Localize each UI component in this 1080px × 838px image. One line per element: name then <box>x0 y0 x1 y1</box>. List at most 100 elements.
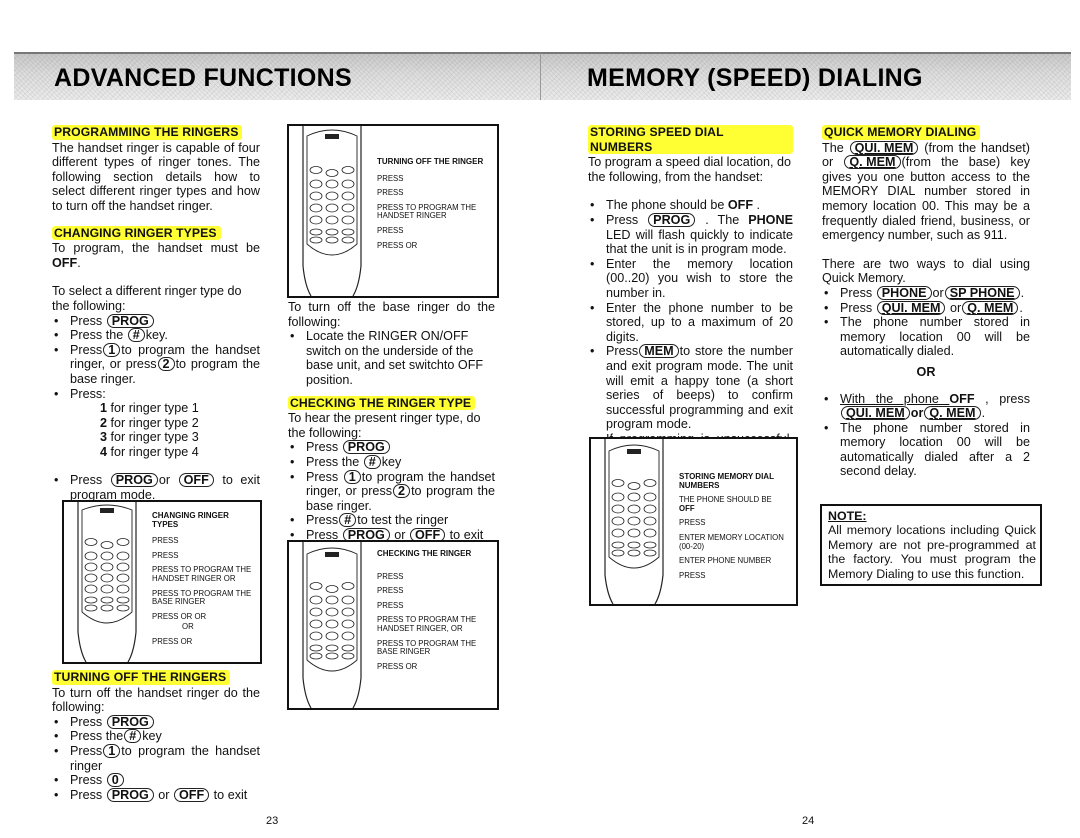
ringer-type-item: 3 for ringer type 3 <box>100 430 199 445</box>
or-separator: OR <box>916 364 936 379</box>
q-mem-key-badge: Q. MEM <box>844 155 901 170</box>
list-item: Press: 1 for ringer type 1 2 for ringer … <box>52 387 260 460</box>
changing-intro: To program, the handset must be OFF. <box>52 241 260 270</box>
list-item: Press1to program the handset ringer, or … <box>52 342 260 387</box>
prog-key-badge: PROG <box>110 473 158 488</box>
list-item: Press 1to program the handset ringer, or… <box>288 469 495 514</box>
list-item: Press 0 <box>52 773 260 788</box>
list-item: Press PROG . The PHONE LED will flash qu… <box>588 212 793 257</box>
checking-intro: To hear the present ringer type, do the … <box>288 411 481 440</box>
ringer-type-item: 1 for ringer type 1 <box>100 401 199 416</box>
hash-key-badge: # <box>339 513 357 528</box>
quick-memory-steps-b: With the phone OFF , press QUI. MEMorQ. … <box>822 392 1030 480</box>
section-heading-changing: CHANGING RINGER TYPES <box>52 225 221 241</box>
handset-illustration-icon <box>77 502 137 662</box>
section-heading-storing: STORING SPEED DIAL NUMBERS <box>588 125 793 155</box>
diagram-turning-off-ringer: TURNING OFF THE RINGER PRESS PRESS PRESS… <box>287 124 499 298</box>
changing-select-text: To select a different ringer type do the… <box>52 284 242 313</box>
list-item: Press PROG <box>288 440 495 455</box>
list-item: Enter the phone number to be stored, up … <box>588 301 793 345</box>
prog-key-badge: PROG <box>342 440 390 455</box>
one-key-badge: 1 <box>103 342 121 357</box>
quick-memory-ways: There are two ways to dial using Quick M… <box>822 256 1030 286</box>
list-item: Locate the RINGER ON/OFF switch on the u… <box>288 329 495 387</box>
hash-key-badge: # <box>363 454 381 469</box>
handset-illustration-icon <box>302 542 362 708</box>
q-mem-key-badge: Q. MEM <box>924 406 981 421</box>
list-item: The phone number stored in memory locati… <box>822 421 1030 479</box>
section-heading-checking: CHECKING THE RINGER TYPE <box>288 395 476 411</box>
right-page-banner: MEMORY (SPEED) DIALING <box>540 52 1071 100</box>
quick-memory-steps-a: Press PHONEorSP PHONE. Press QUI. MEM or… <box>822 285 1030 359</box>
list-item: With the phone OFF , press QUI. MEMorQ. … <box>822 392 1030 421</box>
hash-key-badge: # <box>124 729 142 744</box>
turning-off-intro: To turn off the handset ringer do the fo… <box>52 685 260 715</box>
ringer-type-item: 2 for ringer type 2 <box>100 415 199 430</box>
storing-steps: The phone should be OFF . Press PROG . T… <box>588 198 793 475</box>
list-item: Press PROGor OFF to exit program mode. <box>52 473 260 502</box>
section-heading-quick-memory: QUICK MEMORY DIALING <box>822 125 981 140</box>
right-page-title: MEMORY (SPEED) DIALING <box>587 64 923 92</box>
one-key-badge: 1 <box>343 469 361 484</box>
ringer-type-list: 1 for ringer type 1 2 for ringer type 2 … <box>70 401 260 459</box>
list-item: Press the #key <box>288 454 495 470</box>
prog-key-badge: PROG <box>106 714 154 729</box>
base-ringer-intro: To turn off the base ringer do the follo… <box>288 300 495 329</box>
note-body: All memory locations including Quick Mem… <box>828 523 1036 581</box>
diagram-changing-ringer-types: CHANGING RINGER TYPES PRESS PRESS PRESS … <box>62 500 262 664</box>
off-key-badge: OFF <box>174 787 210 802</box>
quick-memory-section: QUICK MEMORY DIALING The QUI. MEM (from … <box>822 125 1030 479</box>
checking-steps: Press PROG Press the #key Press 1to prog… <box>288 440 495 542</box>
sp-phone-key-badge: SP PHONE <box>944 285 1020 300</box>
diagram-checking-ringer: CHECKING THE RINGER PRESS PRESS PRESS PR… <box>287 540 499 710</box>
left-column: PROGRAMMING THE RINGERS The handset ring… <box>52 125 260 503</box>
turning-off-steps: Press PROG Press the#key Press1to progra… <box>52 714 260 803</box>
left-page-title: ADVANCED FUNCTIONS <box>54 64 352 92</box>
handset-illustration-icon <box>302 126 362 296</box>
list-item: The phone number stored in memory locati… <box>822 315 1030 359</box>
diagram-storing-memory: STORING MEMORY DIAL NUMBERS THE PHONE SH… <box>589 437 798 606</box>
storing-intro: To program a speed dial location, do the… <box>588 155 792 184</box>
qui-mem-key-badge: QUI. MEM <box>876 300 946 315</box>
diagram-steps: TURNING OFF THE RINGER PRESS PRESS PRESS… <box>377 157 484 250</box>
ringer-type-item: 4 for ringer type 4 <box>100 444 199 459</box>
changing-steps: Press PROG Press the #key. Press1to prog… <box>52 313 260 503</box>
list-item: PressMEMto store the number and exit pro… <box>588 344 793 432</box>
turning-off-section: TURNING OFF THE RINGERS To turn off the … <box>52 670 260 802</box>
two-key-badge: 2 <box>393 484 411 499</box>
list-item: The phone should be OFF . <box>588 198 793 213</box>
page-number-right: 24 <box>802 815 815 827</box>
prog-key-badge: PROG <box>648 212 696 227</box>
two-key-badge: 2 <box>157 357 175 372</box>
one-key-badge: 1 <box>103 743 121 758</box>
mem-key-badge: MEM <box>639 344 679 359</box>
zero-key-badge: 0 <box>106 773 124 788</box>
note-box: NOTE: All memory locations including Qui… <box>820 504 1042 587</box>
page-number-left: 23 <box>266 815 279 827</box>
list-item: Press#to test the ringer <box>288 513 495 528</box>
section-heading-turning-off: TURNING OFF THE RINGERS <box>52 670 231 685</box>
phone-key-badge: PHONE <box>876 285 932 300</box>
section-heading-programming: PROGRAMMING THE RINGERS <box>52 125 243 140</box>
diagram-steps: CHECKING THE RINGER PRESS PRESS PRESS PR… <box>377 549 477 671</box>
prog-key-badge: PROG <box>106 313 154 328</box>
list-item: Press1to program the handset ringer <box>52 743 260 773</box>
base-ringer-steps: Locate the RINGER ON/OFF switch on the u… <box>288 329 495 387</box>
diagram-steps: STORING MEMORY DIAL NUMBERS THE PHONE SH… <box>679 472 784 580</box>
list-item: Press PROG <box>52 313 260 329</box>
quick-memory-intro: The QUI. MEM (from the handset) or Q. ME… <box>822 140 1030 243</box>
list-item: Press PROG or OFF to exit <box>52 787 260 803</box>
list-item: Press the#key <box>52 729 260 744</box>
q-mem-key-badge: Q. MEM <box>962 300 1019 315</box>
prog-key-badge: PROG <box>106 787 154 802</box>
list-item: Press PHONEorSP PHONE. <box>822 285 1030 301</box>
handset-illustration-icon <box>604 439 664 604</box>
qui-mem-key-badge: QUI. MEM <box>841 406 910 421</box>
list-item: Enter the memory location (00..20) you w… <box>588 257 793 301</box>
list-item: Press the #key. <box>52 328 260 343</box>
middle-column-text: To turn off the base ringer do the follo… <box>288 300 495 543</box>
note-title: NOTE: <box>828 509 867 523</box>
programming-body: The handset ringer is capable of four di… <box>52 140 260 213</box>
qui-mem-key-badge: QUI. MEM <box>849 140 919 155</box>
hash-key-badge: # <box>127 328 145 343</box>
